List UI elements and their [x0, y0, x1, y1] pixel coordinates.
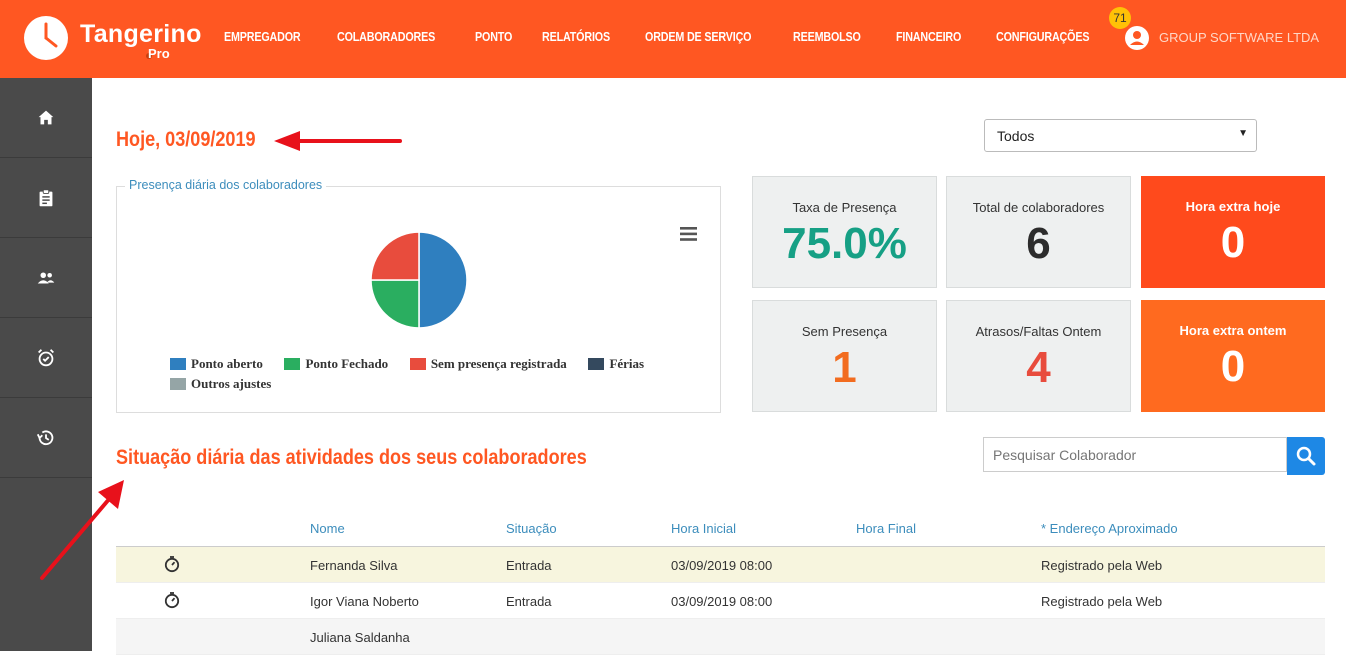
cell-situacao: Entrada: [506, 594, 552, 609]
cell-hora-inicial: 03/09/2019 08:00: [671, 594, 773, 609]
cell-nome: Juliana Saldanha: [310, 630, 410, 645]
col-header-nome[interactable]: Nome: [310, 521, 345, 536]
alarm-icon: [38, 348, 54, 366]
legend-item[interactable]: Sem presença registrada: [409, 356, 567, 372]
col-header-hora-inicial[interactable]: Hora Inicial: [671, 521, 736, 536]
attendance-pie-chart[interactable]: [370, 231, 468, 329]
chart-legend: Ponto aberto Ponto Fechado Sem presença …: [170, 356, 710, 396]
legend-label: Sem presença registrada: [430, 356, 567, 371]
section-title: Situação diária das atividades dos seus …: [116, 446, 587, 469]
stat-label: Atrasos/Faltas Ontem: [975, 324, 1102, 339]
stat-card-overtime-yesterday: Hora extra ontem 0: [1141, 300, 1325, 412]
legend-item[interactable]: Férias: [588, 356, 644, 372]
pie-slice-sem-presen-a-registrada[interactable]: [370, 231, 420, 281]
stat-label: Taxa de Presença: [792, 200, 897, 215]
legend-label: Ponto Fechado: [305, 356, 389, 371]
filter-select[interactable]: Todos ▼: [984, 119, 1257, 152]
filter-select-value: Todos: [997, 128, 1035, 144]
chart-menu-icon[interactable]: [680, 227, 697, 241]
dropdown-arrow-icon: ▼: [1238, 128, 1248, 139]
cell-nome: Fernanda Silva: [310, 558, 398, 573]
stat-value: 0: [1220, 218, 1246, 267]
cell-hora-inicial: 03/09/2019 08:00: [671, 558, 773, 573]
nav-relatorios[interactable]: RELATÓRIOS: [542, 30, 610, 44]
activities-table: Nome Situação Hora Inicial Hora Final * …: [116, 510, 1325, 655]
nav-empregador[interactable]: EMPREGADOR: [224, 30, 301, 44]
stat-card-late-absences: Atrasos/Faltas Ontem 4: [946, 300, 1131, 412]
stat-label: Total de colaboradores: [972, 200, 1105, 215]
home-icon: [38, 110, 54, 124]
search-employee-input[interactable]: [983, 437, 1287, 472]
sidebar-item-people[interactable]: [0, 238, 92, 318]
pie-slice-ponto-fechado[interactable]: [370, 279, 420, 329]
cell-situacao: Entrada: [506, 558, 552, 573]
legend-item[interactable]: Outros ajustes: [170, 376, 271, 392]
nav-configuracoes[interactable]: CONFIGURAÇÕES: [996, 30, 1089, 44]
table-row[interactable]: Igor Viana Noberto Entrada 03/09/2019 08…: [116, 583, 1325, 619]
stat-value: 75.0%: [782, 219, 907, 268]
nav-ponto[interactable]: PONTO: [475, 30, 512, 44]
sidebar-item-history[interactable]: [0, 398, 92, 478]
clipboard-icon: [39, 188, 53, 206]
table-row[interactable]: Fernanda Silva Entrada 03/09/2019 08:00 …: [116, 547, 1325, 583]
col-header-endereco[interactable]: * Endereço Aproximado: [1041, 521, 1178, 536]
company-name[interactable]: GROUP SOFTWARE LTDA: [1159, 30, 1319, 45]
stat-label: Hora extra ontem: [1179, 323, 1287, 338]
sidebar-item-alarm[interactable]: [0, 318, 92, 398]
stat-card-total-employees: Total de colaboradores 6: [946, 176, 1131, 288]
logo-sub: Pro: [148, 46, 170, 61]
legend-swatch-icon: [284, 358, 301, 370]
people-icon: [37, 272, 55, 283]
history-icon: [36, 429, 54, 445]
legend-swatch-icon: [170, 378, 186, 390]
table-header: Nome Situação Hora Inicial Hora Final * …: [116, 510, 1325, 547]
sidebar-item-home[interactable]: [0, 78, 92, 158]
user-avatar-icon[interactable]: [1125, 26, 1149, 50]
chart-title: Presença diária dos colaboradores: [125, 178, 327, 192]
legend-item[interactable]: Ponto Fechado: [284, 356, 388, 372]
legend-label: Outros ajustes: [191, 376, 272, 391]
stat-card-presence-rate: Taxa de Presença 75.0%: [752, 176, 937, 288]
logo-clock-icon[interactable]: [24, 16, 68, 60]
stat-value: 6: [1026, 219, 1051, 268]
col-header-situacao[interactable]: Situação: [506, 521, 557, 536]
stat-value: 1: [832, 343, 857, 392]
sidebar-item-tasks[interactable]: [0, 158, 92, 238]
timer-icon[interactable]: [163, 591, 181, 609]
legend-swatch-icon: [170, 358, 186, 370]
timer-icon[interactable]: [163, 555, 181, 573]
nav-colaboradores[interactable]: COLABORADORES: [337, 30, 435, 44]
stat-value: 0: [1220, 342, 1246, 391]
main-nav: EMPREGADOR COLABORADORES PONTO RELATÓRIO…: [224, 30, 1128, 44]
logo-text: Tangerino: [80, 20, 202, 48]
search-button[interactable]: [1287, 437, 1325, 475]
cell-endereco: Registrado pela Web: [1041, 594, 1163, 609]
nav-financeiro[interactable]: FINANCEIRO: [896, 30, 961, 44]
legend-item[interactable]: Ponto aberto: [170, 356, 263, 372]
annotation-arrow-icon: [274, 131, 402, 151]
cell-endereco: Registrado pela Web: [1041, 558, 1163, 573]
pie-slice-ponto-aberto[interactable]: [418, 231, 468, 329]
stat-card-no-presence: Sem Presença 1: [752, 300, 937, 412]
stat-value: 4: [1026, 343, 1051, 392]
stat-card-overtime-today: Hora extra hoje 0: [1141, 176, 1325, 288]
legend-label: Ponto aberto: [191, 356, 263, 371]
search-icon: [1296, 446, 1316, 466]
legend-swatch-icon: [588, 358, 605, 370]
stat-label: Hora extra hoje: [1185, 199, 1281, 214]
table-row[interactable]: Juliana Saldanha: [116, 619, 1325, 655]
top-bar: Tangerino Pro EMPREGADOR COLABORADORES P…: [0, 0, 1346, 78]
page-title: Hoje, 03/09/2019: [116, 128, 256, 151]
legend-swatch-icon: [409, 358, 426, 370]
legend-label: Férias: [609, 356, 645, 371]
nav-ordem-servico[interactable]: ORDEM DE SERVIÇO: [645, 30, 752, 44]
nav-reembolso[interactable]: REEMBOLSO: [793, 30, 861, 44]
col-header-hora-final[interactable]: Hora Final: [856, 521, 916, 536]
cell-nome: Igor Viana Noberto: [310, 594, 419, 609]
stat-label: Sem Presença: [801, 324, 888, 339]
